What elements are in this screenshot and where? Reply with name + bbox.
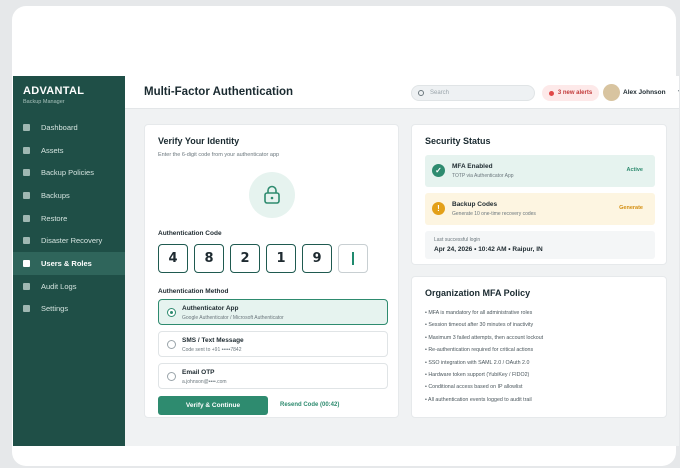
method-subtitle: Code sent to +91 •••••7842 [182, 347, 242, 353]
sidebar-item-dashboard[interactable]: Dashboard [13, 116, 125, 139]
text-cursor [352, 252, 354, 265]
backup-title: Backup Codes [452, 201, 498, 208]
method-title: Email OTP [182, 369, 215, 376]
sidebar: ADVANTAL Backup Manager Dashboard Assets… [13, 76, 125, 446]
verify-continue-button[interactable]: Verify & Continue [158, 396, 268, 415]
mfa-title: MFA Enabled [452, 163, 493, 170]
last-login-value: Apr 24, 2026 • 10:42 AM • Raipur, IN [434, 246, 543, 253]
brand: ADVANTAL Backup Manager [13, 76, 125, 116]
user-name[interactable]: Alex Johnson [623, 89, 666, 96]
restore-icon [23, 214, 30, 222]
sidebar-item-label: Audit Logs [41, 281, 77, 291]
chevron-down-icon[interactable]: ▾ [678, 88, 679, 95]
mfa-subtitle: TOTP via Authenticator App [452, 173, 514, 179]
alerts-badge[interactable]: 3 new alerts [542, 85, 599, 101]
alert-dot-icon [548, 90, 554, 96]
page-title: Multi-Factor Authentication [144, 86, 294, 98]
sidebar-item-users-roles[interactable]: Users & Roles [13, 252, 125, 275]
mfa-policy-card: Organization MFA Policy • MFA is mandato… [411, 276, 667, 418]
sidebar-item-label: Users & Roles [41, 258, 92, 268]
backup-codes-row: ! Backup Codes Generate 10 one-time reco… [425, 193, 655, 225]
status-badge: Active [626, 167, 643, 173]
search-icon [418, 90, 424, 96]
sidebar-item-label: Assets [41, 145, 64, 155]
sidebar-item-label: Disaster Recovery [41, 236, 103, 246]
code-digit-2[interactable]: 8 [194, 244, 224, 273]
dashboard-icon [23, 123, 30, 131]
verify-identity-card: Verify Your Identity Enter the 6-digit c… [144, 124, 399, 418]
policy-list: • MFA is mandatory for all administrativ… [425, 307, 543, 406]
check-icon: ✓ [432, 164, 445, 177]
code-digit-1[interactable]: 4 [158, 244, 188, 273]
method-authenticator-app[interactable]: Authenticator App Google Authenticator /… [158, 299, 388, 325]
search-placeholder: Search [430, 90, 450, 96]
app-window: ADVANTAL Backup Manager Dashboard Assets… [13, 76, 679, 446]
backup-policies-icon [23, 169, 30, 177]
status-title: Security Status [425, 136, 491, 146]
policy-item: • All authentication events logged to au… [425, 396, 532, 403]
last-login-label: Last successful login [434, 237, 481, 243]
sidebar-item-label: Dashboard [41, 122, 78, 132]
code-digit-4[interactable]: 1 [266, 244, 296, 273]
code-digit-3[interactable]: 2 [230, 244, 260, 273]
method-subtitle: Google Authenticator / Microsoft Authent… [182, 315, 284, 321]
code-digit-5[interactable]: 9 [302, 244, 332, 273]
policy-item: • Session timeout after 30 minutes of in… [425, 322, 534, 329]
radio[interactable] [167, 372, 176, 381]
sidebar-item-label: Backup Policies [41, 168, 94, 178]
method-title: SMS / Text Message [182, 337, 244, 344]
backups-icon [23, 191, 30, 199]
policy-item: • Re-authentication required for critica… [425, 347, 534, 354]
mfa-enabled-row: ✓ MFA Enabled TOTP via Authenticator App… [425, 155, 655, 187]
warning-icon: ! [432, 202, 445, 215]
last-login-box: Last successful login Apr 24, 2026 • 10:… [425, 231, 655, 259]
method-title: Authenticator App [182, 305, 239, 312]
generate-link[interactable]: Generate [619, 205, 643, 211]
users-roles-icon [23, 259, 30, 267]
method-sms[interactable]: SMS / Text Message Code sent to +91 ••••… [158, 331, 388, 357]
lock-icon [249, 172, 295, 218]
disaster-recovery-icon [23, 237, 30, 245]
sidebar-item-label: Settings [41, 304, 69, 314]
sidebar-item-backup-policies[interactable]: Backup Policies [13, 161, 125, 184]
sidebar-item-label: Restore [41, 213, 68, 223]
sidebar-item-audit-logs[interactable]: Audit Logs [13, 275, 125, 298]
radio[interactable] [167, 340, 176, 349]
backup-subtitle: Generate 10 one-time recovery codes [452, 211, 536, 217]
policy-title: Organization MFA Policy [425, 288, 531, 298]
policy-item: • MFA is mandatory for all administrativ… [425, 310, 533, 316]
brand-subtitle: Backup Manager [23, 99, 65, 105]
verify-title: Verify Your Identity [158, 136, 240, 146]
sidebar-item-restore[interactable]: Restore [13, 207, 125, 230]
avatar[interactable] [603, 84, 620, 101]
top-header: Multi-Factor Authentication Search 3 new… [125, 76, 679, 109]
verify-subtitle: Enter the 6-digit code from your authent… [158, 152, 280, 158]
assets-icon [23, 146, 30, 154]
radio-selected[interactable] [167, 308, 176, 317]
code-digit-6[interactable] [338, 244, 368, 273]
search-input[interactable]: Search [411, 85, 535, 101]
alerts-label: 3 new alerts [557, 90, 593, 96]
security-status-card: Security Status ✓ MFA Enabled TOTP via A… [411, 124, 667, 265]
resend-code-link[interactable]: Resend Code (00:42) [280, 402, 339, 408]
method-label: Authentication Method [158, 288, 229, 295]
sidebar-item-label: Backups [41, 190, 70, 200]
settings-icon [23, 305, 30, 313]
method-email-otp[interactable]: Email OTP a.johnson@••••.com [158, 363, 388, 389]
sidebar-item-assets[interactable]: Assets [13, 139, 125, 162]
method-subtitle: a.johnson@••••.com [182, 379, 227, 385]
policy-item: • Maximum 3 failed attempts, then accoun… [425, 334, 544, 341]
sidebar-item-settings[interactable]: Settings [13, 298, 125, 321]
policy-item: • Conditional access based on IP allowli… [425, 384, 523, 391]
policy-item: • Hardware token support (YubiKey / FIDO… [425, 371, 530, 378]
sidebar-item-disaster-recovery[interactable]: Disaster Recovery [13, 229, 125, 252]
code-label: Authentication Code [158, 230, 222, 237]
sidebar-item-backups[interactable]: Backups [13, 184, 125, 207]
policy-item: • SSO integration with SAML 2.0 / OAuth … [425, 359, 530, 366]
audit-logs-icon [23, 282, 30, 290]
brand-title: ADVANTAL [23, 85, 85, 97]
